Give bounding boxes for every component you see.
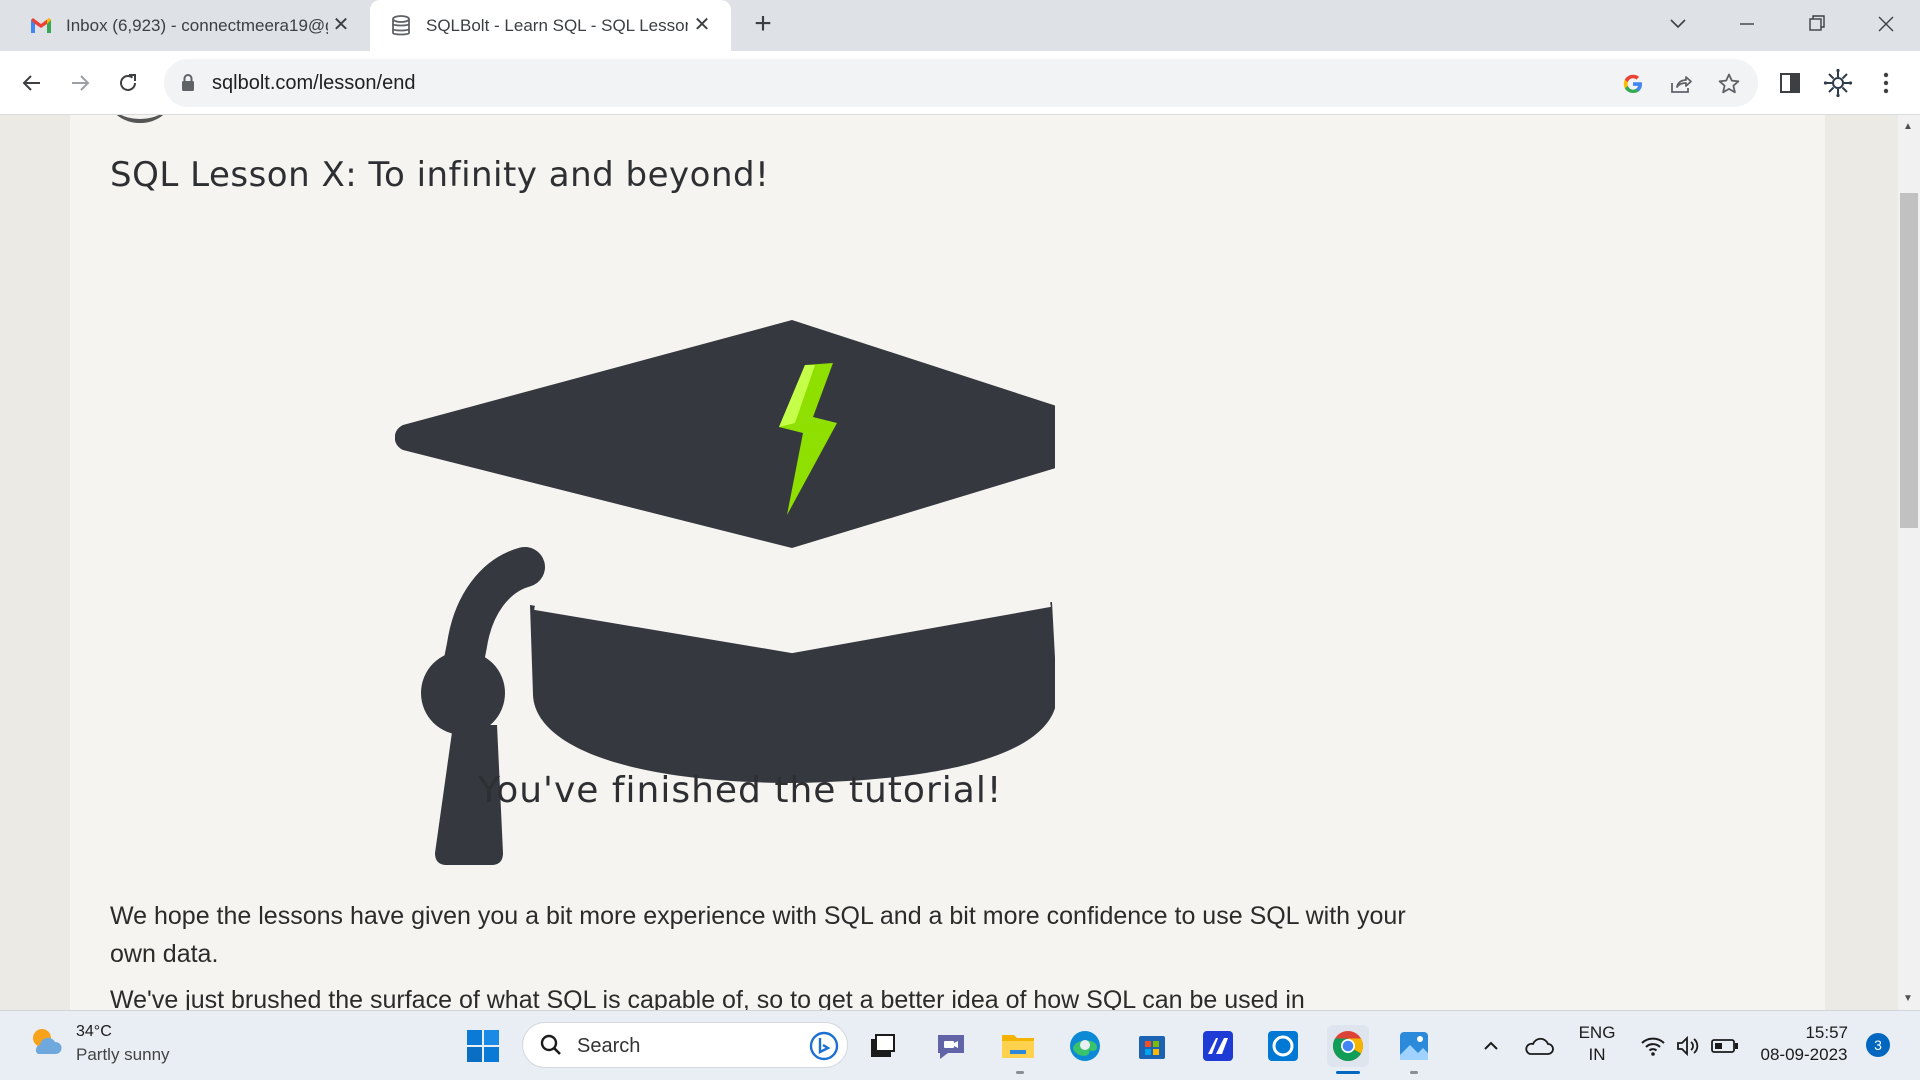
scroll-thumb[interactable] <box>1900 193 1918 528</box>
database-icon <box>390 14 412 37</box>
forward-arrow-icon[interactable] <box>62 65 98 101</box>
vertical-scrollbar[interactable]: ▲ ▼ <box>1898 115 1920 1010</box>
language-code: ENG <box>1578 1023 1616 1042</box>
app-running-indicator <box>1016 1071 1024 1074</box>
windows-taskbar: 34°C Partly sunny Search ENG IN 15:57 08… <box>0 1010 1920 1080</box>
search-icon <box>539 1033 563 1062</box>
notification-badge[interactable]: 3 <box>1866 1033 1890 1057</box>
app-running-indicator <box>1410 1071 1418 1074</box>
new-tab-button[interactable]: + <box>748 9 778 40</box>
close-icon[interactable]: ✕ <box>691 14 713 36</box>
restore-icon[interactable] <box>1796 8 1836 40</box>
more-menu-icon[interactable] <box>1868 65 1904 101</box>
tab-sqlbolt[interactable]: SQLBolt - Learn SQL - SQL Lesson X ✕ <box>370 0 731 51</box>
tab-title: SQLBolt - Learn SQL - SQL Lesson X <box>426 15 688 35</box>
task-view-icon[interactable] <box>862 1025 904 1067</box>
file-explorer-icon[interactable] <box>997 1025 1039 1067</box>
url-text: sqlbolt.com/lesson/end <box>212 72 416 94</box>
clock-time: 15:57 <box>1805 1023 1848 1042</box>
edge-browser-icon[interactable] <box>1064 1025 1106 1067</box>
tab-gmail[interactable]: Inbox (6,923) - connectmeera19@gmail.com… <box>0 0 370 51</box>
weather-temperature: 34°C <box>76 1023 112 1040</box>
clock[interactable]: 15:57 08-09-2023 <box>1754 1023 1854 1065</box>
body-paragraph: We hope the lessons have given you a bit… <box>110 902 1406 968</box>
lesson-card: SQL Lesson X: To infinity and beyond! Yo <box>70 115 1825 1010</box>
browser-toolbar: sqlbolt.com/lesson/end <box>0 51 1920 115</box>
chrome-icon[interactable] <box>1327 1025 1369 1067</box>
clock-date: 08-09-2023 <box>1760 1045 1848 1064</box>
search-label: Search <box>577 1035 641 1057</box>
scroll-up-arrow-icon[interactable]: ▲ <box>1903 121 1913 132</box>
tab-title: Inbox (6,923) - connectmeera19@gmail.com <box>66 15 328 35</box>
gmail-icon <box>30 15 52 37</box>
back-arrow-icon[interactable] <box>14 65 50 101</box>
onedrive-cloud-icon[interactable] <box>1518 1025 1560 1067</box>
tab-search-chevron-icon[interactable] <box>1658 8 1698 40</box>
lock-icon[interactable] <box>180 73 196 98</box>
teams-chat-icon[interactable] <box>930 1025 972 1067</box>
close-icon[interactable]: ✕ <box>330 14 352 36</box>
chevron-up-icon[interactable] <box>1470 1025 1512 1067</box>
finished-heading: You've finished the tutorial! <box>478 770 1003 811</box>
address-bar[interactable]: sqlbolt.com/lesson/end <box>164 59 1758 107</box>
tab-strip: Inbox (6,923) - connectmeera19@gmail.com… <box>0 0 1920 51</box>
share-icon[interactable] <box>1668 71 1694 97</box>
page-title: SQL Lesson X: To infinity and beyond! <box>110 155 770 195</box>
body-paragraph: We've just brushed the surface of what S… <box>110 986 1305 1010</box>
taskbar-search[interactable]: Search <box>522 1022 848 1068</box>
weather-widget[interactable]: 34°C Partly sunny <box>28 1023 170 1065</box>
google-g-icon[interactable] <box>1620 71 1646 97</box>
reload-icon[interactable] <box>110 65 146 101</box>
close-window-icon[interactable] <box>1866 8 1906 40</box>
microsoft-store-icon[interactable] <box>1131 1025 1173 1067</box>
m365-app-icon[interactable] <box>1197 1025 1239 1067</box>
minimize-icon[interactable] <box>1727 8 1767 40</box>
windows-start-icon[interactable] <box>462 1025 504 1067</box>
photos-app-icon[interactable] <box>1393 1025 1435 1067</box>
bookmark-star-icon[interactable] <box>1716 71 1742 97</box>
region-code: IN <box>1588 1045 1606 1064</box>
avatar <box>110 115 170 123</box>
bing-icon[interactable] <box>809 1031 839 1066</box>
partly-sunny-icon <box>28 1024 64 1065</box>
page-viewport: SQL Lesson X: To infinity and beyond! Yo <box>0 115 1898 1010</box>
language-indicator[interactable]: ENG IN <box>1572 1023 1622 1065</box>
cortana-icon[interactable] <box>1262 1025 1304 1067</box>
weather-condition: Partly sunny <box>76 1045 170 1064</box>
extension-icon[interactable] <box>1820 65 1856 101</box>
app-active-indicator <box>1336 1071 1360 1074</box>
scroll-down-arrow-icon[interactable]: ▼ <box>1903 993 1913 1004</box>
side-panel-icon[interactable] <box>1772 65 1808 101</box>
battery-icon[interactable] <box>1704 1025 1746 1067</box>
